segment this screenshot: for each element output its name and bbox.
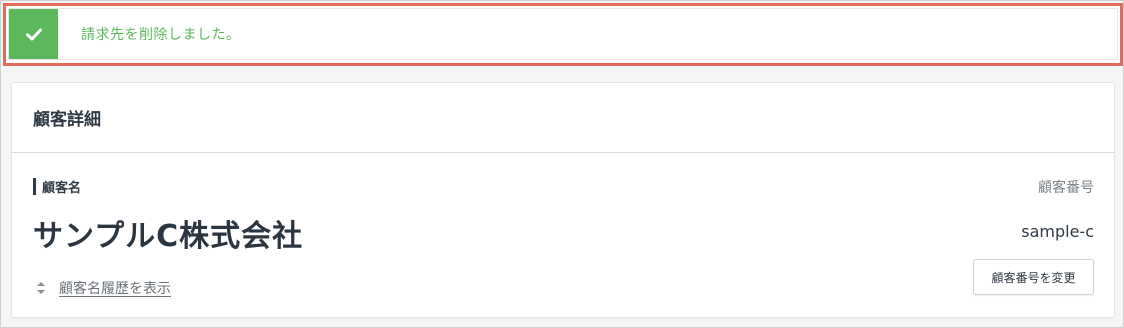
notification-icon-box xyxy=(9,9,58,59)
card-title: 顧客詳細 xyxy=(33,110,101,130)
card-body: 顧客名 サンプルC株式会社 顧客名履歴を表示 顧客番号 sample-c 顧客番… xyxy=(12,153,1114,318)
customer-detail-card: 顧客詳細 顧客名 サンプルC株式会社 顧客名履歴を表示 顧客番号 sample-… xyxy=(11,82,1115,318)
page-frame: 請求先を削除しました。 顧客詳細 顧客名 サンプルC株式会社 顧客名履歴を表示 … xyxy=(0,0,1124,328)
sort-icon xyxy=(37,282,45,294)
check-icon xyxy=(25,28,42,40)
name-history-link[interactable]: 顧客名履歴を表示 xyxy=(35,278,171,298)
card-header: 顧客詳細 xyxy=(12,83,1114,153)
label-accent-bar xyxy=(33,178,36,195)
customer-name: サンプルC株式会社 xyxy=(33,219,304,254)
notification-message: 請求先を削除しました。 xyxy=(81,27,241,43)
change-customer-number-button[interactable]: 顧客番号を変更 xyxy=(973,259,1094,295)
name-history-link-text[interactable]: 顧客名履歴を表示 xyxy=(59,278,171,298)
customer-number: sample-c xyxy=(1021,222,1094,241)
customer-name-label: 顧客名 xyxy=(33,177,81,196)
customer-number-label: 顧客番号 xyxy=(1038,180,1094,196)
success-notification: 請求先を削除しました。 xyxy=(8,8,1118,60)
customer-name-label-text: 顧客名 xyxy=(42,181,82,196)
